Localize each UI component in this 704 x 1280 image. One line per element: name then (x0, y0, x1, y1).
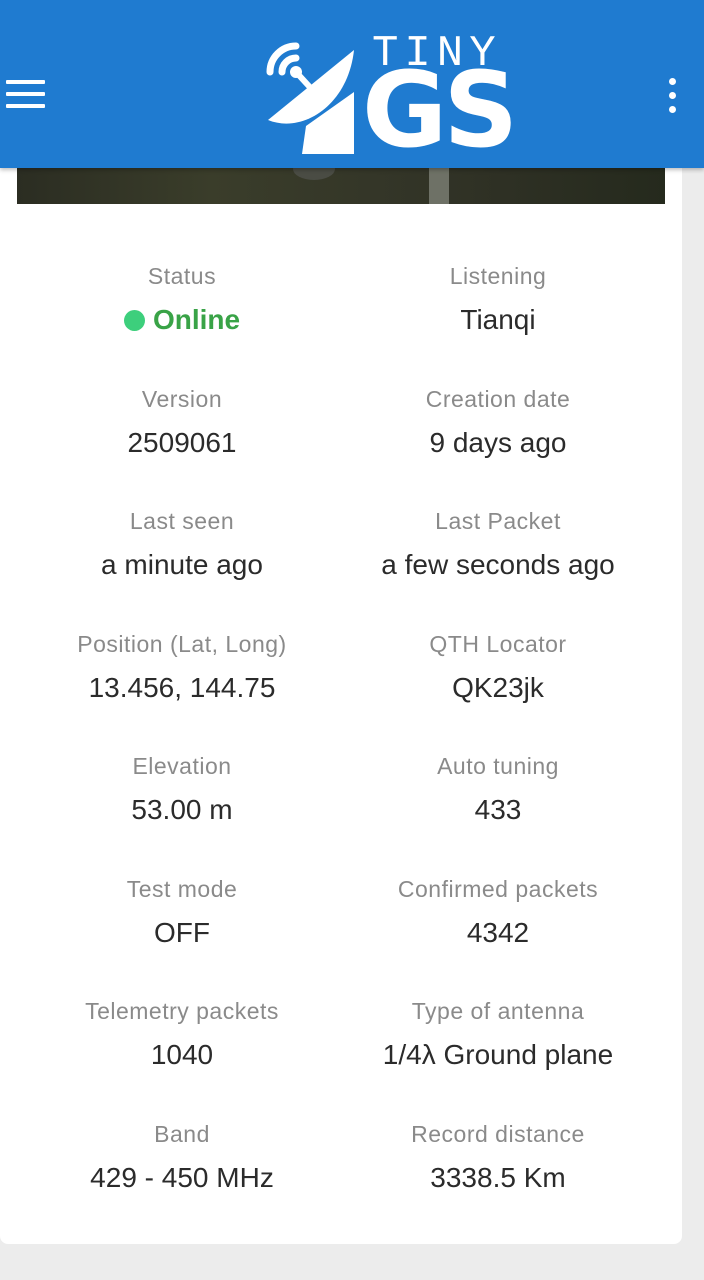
field-last-seen: Last seen a minute ago (17, 506, 347, 582)
band-value: 429 - 450 MHz (90, 1162, 274, 1193)
field-band: Band 429 - 450 MHz (17, 1119, 347, 1195)
creation-date-label: Creation date (425, 386, 571, 412)
field-antenna-type: Type of antenna 1/4λ Ground plane (333, 996, 663, 1072)
last-packet-value: a few seconds ago (381, 549, 615, 580)
hamburger-menu-icon[interactable] (6, 80, 46, 110)
position-value: 13.456, 144.75 (88, 672, 276, 703)
field-confirmed-packets: Confirmed packets 4342 (333, 874, 663, 950)
last-packet-label: Last Packet (435, 508, 561, 534)
logo-text-gs: GS (362, 49, 518, 171)
online-dot-icon (123, 310, 145, 331)
satellite-dish-icon (266, 42, 354, 154)
field-telemetry-packets: Telemetry packets 1040 (17, 996, 347, 1072)
antenna-type-value: 1/4λ Ground plane (382, 1039, 614, 1070)
qth-locator-label: QTH Locator (429, 631, 567, 657)
field-auto-tuning: Auto tuning 433 (333, 751, 663, 827)
field-record-distance: Record distance 3338.5 Km (333, 1119, 663, 1195)
station-photo (17, 158, 665, 204)
field-status: Status Online (17, 261, 347, 337)
field-version: Version 2509061 (17, 384, 347, 460)
field-elevation: Elevation 53.00 m (17, 751, 347, 827)
field-last-packet: Last Packet a few seconds ago (333, 506, 663, 582)
version-value: 2509061 (127, 427, 237, 458)
more-options-icon[interactable] (664, 78, 682, 114)
elevation-label: Elevation (132, 753, 232, 779)
position-label: Position (Lat, Long) (77, 631, 287, 657)
field-qth-locator: QTH Locator QK23jk (333, 629, 663, 705)
version-label: Version (141, 386, 223, 412)
record-distance-value: 3338.5 Km (430, 1162, 566, 1193)
status-text: Online (152, 304, 241, 335)
photo-detail (429, 168, 449, 204)
telemetry-packets-label: Telemetry packets (85, 998, 279, 1024)
status-label: Status (147, 263, 217, 289)
confirmed-packets-value: 4342 (466, 917, 530, 948)
qth-locator-value: QK23jk (452, 672, 544, 703)
elevation-value: 53.00 m (131, 794, 233, 825)
band-label: Band (154, 1121, 210, 1147)
record-distance-label: Record distance (411, 1121, 585, 1147)
telemetry-packets-value: 1040 (150, 1039, 214, 1070)
field-position: Position (Lat, Long) 13.456, 144.75 (17, 629, 347, 705)
listening-label: Listening (449, 263, 547, 289)
last-seen-label: Last seen (129, 508, 235, 534)
test-mode-label: Test mode (126, 876, 238, 902)
app-bar: TINY GS (0, 0, 704, 168)
confirmed-packets-label: Confirmed packets (397, 876, 599, 902)
test-mode-value: OFF (154, 917, 210, 948)
field-creation-date: Creation date 9 days ago (333, 384, 663, 460)
auto-tuning-label: Auto tuning (437, 753, 559, 779)
field-test-mode: Test mode OFF (17, 874, 347, 950)
auto-tuning-value: 433 (474, 794, 522, 825)
creation-date-value: 9 days ago (429, 427, 567, 458)
status-value: Online (17, 303, 347, 337)
antenna-type-label: Type of antenna (411, 998, 585, 1024)
last-seen-value: a minute ago (101, 549, 263, 580)
tinygs-logo[interactable]: TINY GS (262, 32, 518, 171)
listening-value: Tianqi (460, 304, 536, 335)
field-listening: Listening Tianqi (333, 261, 663, 337)
